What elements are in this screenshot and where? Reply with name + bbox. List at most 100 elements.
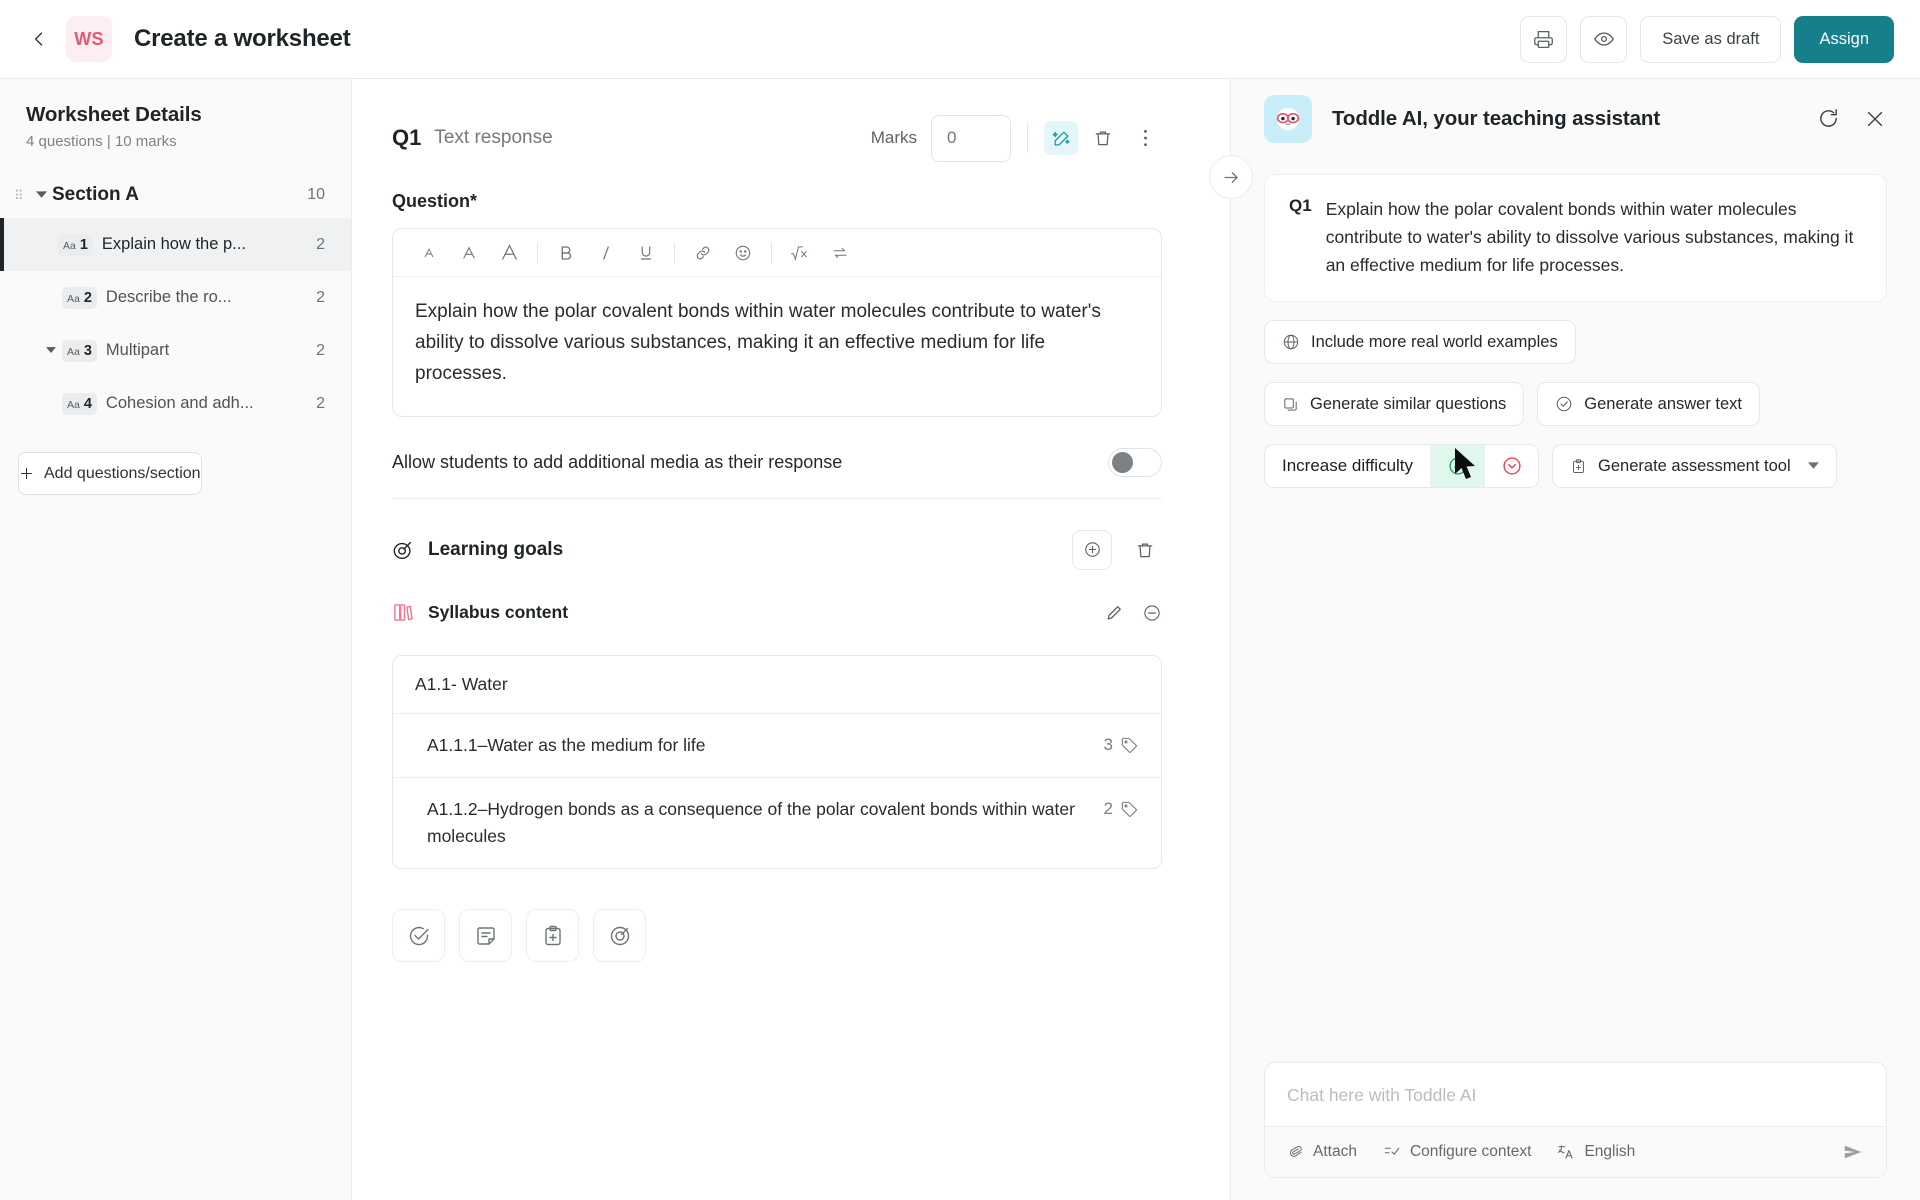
sidebar-question-4[interactable]: Aa 4 Cohesion and adh... 2 — [0, 377, 351, 430]
tag-icon — [1120, 800, 1139, 819]
question-type-badge: Aa 4 — [62, 392, 97, 415]
question-type-label: Text response — [434, 127, 553, 148]
question-type-badge: Aa 2 — [62, 286, 97, 309]
text-size-large-icon[interactable] — [489, 233, 529, 273]
text-size-medium-icon[interactable] — [449, 233, 489, 273]
assign-button[interactable]: Assign — [1794, 15, 1894, 63]
underline-icon[interactable] — [626, 233, 666, 273]
ai-panel-title: Toddle AI, your teaching assistant — [1332, 106, 1661, 130]
syllabus-tag-count: 3 — [1103, 734, 1113, 754]
syllabus-group-row: A1.1- Water — [393, 655, 1161, 714]
attach-button[interactable]: Attach — [1287, 1143, 1357, 1161]
question-type-text: Aa — [63, 239, 76, 252]
chip-label: Generate similar questions — [1310, 394, 1507, 413]
sidebar-question-3[interactable]: Aa 3 Multipart 2 — [0, 324, 351, 377]
question-number: Q1 — [392, 125, 422, 150]
delete-learning-goals-button[interactable] — [1128, 533, 1162, 567]
toddle-ai-avatar — [1264, 94, 1312, 143]
save-draft-button[interactable]: Save as draft — [1640, 15, 1782, 63]
ai-panel-body: Q1 Explain how the polar covalent bonds … — [1231, 158, 1920, 1062]
remove-syllabus-button[interactable] — [1142, 603, 1162, 623]
chevron-down-icon[interactable] — [30, 191, 52, 199]
allow-media-row: Allow students to add additional media a… — [392, 427, 1162, 499]
main-body: Worksheet Details 4 questions | 10 marks… — [0, 79, 1920, 1200]
generate-answer-text-button[interactable]: Generate answer text — [1537, 382, 1761, 426]
add-questions-section-button[interactable]: Add questions/section — [18, 452, 202, 495]
delete-question-button[interactable] — [1086, 121, 1120, 155]
generate-assessment-tool-button[interactable]: Generate assessment tool — [1552, 444, 1837, 488]
sidebar-question-1[interactable]: Aa 1 Explain how the p... 2 — [0, 218, 351, 271]
chat-box: Attach Configure context E — [1264, 1062, 1887, 1178]
learning-goals-title: Learning goals — [428, 538, 564, 560]
bold-icon[interactable] — [546, 233, 586, 273]
question-header: Q1 Text response Marks — [392, 114, 1162, 162]
sidebar-question-2[interactable]: Aa 2 Describe the ro... 2 — [0, 271, 351, 324]
print-icon — [1533, 29, 1554, 50]
back-button[interactable] — [22, 22, 56, 56]
learning-goals-header: Learning goals — [392, 515, 1162, 585]
add-learning-goal-button[interactable] — [1072, 529, 1112, 570]
close-ai-panel-button[interactable] — [1864, 108, 1886, 130]
note-icon[interactable] — [459, 909, 512, 963]
drag-handle-icon[interactable]: ⠿ — [14, 189, 30, 202]
question-index: 1 — [79, 236, 88, 253]
syllabus-content-header: Syllabus content — [392, 585, 1162, 641]
language-selector[interactable]: English — [1557, 1143, 1635, 1161]
syllabus-row[interactable]: A1.1.2–Hydrogen bonds as a consequence o… — [393, 778, 1161, 868]
increase-difficulty-group: Increase difficulty — [1264, 444, 1540, 488]
clipboard-plus-icon[interactable] — [526, 909, 579, 963]
ai-magic-button[interactable] — [1044, 121, 1078, 155]
target-icon[interactable] — [593, 909, 646, 963]
equilibrium-arrows-icon[interactable] — [820, 233, 860, 273]
edit-syllabus-button[interactable] — [1104, 603, 1124, 623]
sidebar-section-a[interactable]: ⠿ Section A 10 — [0, 172, 351, 218]
question-marks: 2 — [316, 288, 325, 306]
chip-label: Include more real world examples — [1311, 332, 1558, 351]
print-button[interactable] — [1520, 15, 1568, 63]
increase-difficulty-down-button[interactable] — [1484, 445, 1539, 487]
link-icon[interactable] — [683, 233, 723, 273]
question-type-text: Aa — [67, 398, 80, 411]
sidebar-question-list: Aa 1 Explain how the p... 2 Aa 2 Describe the … — [0, 218, 351, 430]
worksheet-badge: WS — [66, 16, 112, 62]
include-real-world-examples-button[interactable]: Include more real world examples — [1264, 320, 1576, 364]
ai-chat-footer: Attach Configure context E — [1231, 1062, 1920, 1200]
question-type-badge: Aa 3 — [62, 339, 97, 362]
language-label: English — [1584, 1143, 1636, 1160]
chat-input[interactable] — [1265, 1063, 1886, 1126]
emoji-icon[interactable] — [723, 233, 763, 273]
formula-icon[interactable] — [780, 233, 820, 273]
preview-button[interactable] — [1580, 15, 1628, 63]
marks-label: Marks — [870, 128, 917, 147]
allow-media-label: Allow students to add additional media a… — [392, 451, 843, 472]
chevron-down-icon — [1807, 462, 1819, 470]
refresh-chat-button[interactable] — [1817, 107, 1840, 130]
marks-input[interactable] — [931, 114, 1011, 162]
italic-icon[interactable] — [586, 233, 626, 273]
increase-difficulty-up-button[interactable] — [1430, 445, 1485, 487]
collapse-ai-panel-button[interactable] — [1209, 155, 1253, 199]
divider — [674, 241, 675, 264]
list-check-icon — [1383, 1143, 1401, 1161]
send-message-button[interactable] — [1842, 1141, 1864, 1163]
check-circle-icon[interactable] — [392, 909, 445, 963]
question-field-label: Question* — [392, 191, 478, 211]
question-title: Multipart — [105, 341, 170, 359]
text-size-small-icon[interactable] — [409, 233, 449, 273]
syllabus-row-list: A1.1.1–Water as the medium for life 3 A1.1… — [393, 714, 1161, 868]
allow-media-toggle[interactable] — [1108, 447, 1162, 477]
configure-context-button[interactable]: Configure context — [1383, 1143, 1531, 1161]
question-type-text: Aa — [67, 345, 80, 358]
ai-assistant-panel: Toddle AI, your teaching assistant Q1 Ex… — [1209, 79, 1920, 1200]
generate-similar-questions-button[interactable]: Generate similar questions — [1264, 382, 1525, 426]
question-tools — [392, 909, 1162, 963]
syllabus-row[interactable]: A1.1.1–Water as the medium for life 3 — [393, 714, 1161, 779]
question-more-options-button[interactable] — [1128, 121, 1162, 155]
target-icon — [392, 539, 414, 561]
check-circle-icon — [1555, 395, 1573, 413]
chevron-down-icon[interactable] — [40, 347, 62, 354]
chevron-up-circle-icon — [1447, 455, 1469, 477]
divider — [1027, 123, 1028, 153]
question-editor: Explain how the polar covalent bonds wit… — [392, 228, 1162, 417]
question-text[interactable]: Explain how the polar covalent bonds wit… — [393, 277, 1161, 416]
